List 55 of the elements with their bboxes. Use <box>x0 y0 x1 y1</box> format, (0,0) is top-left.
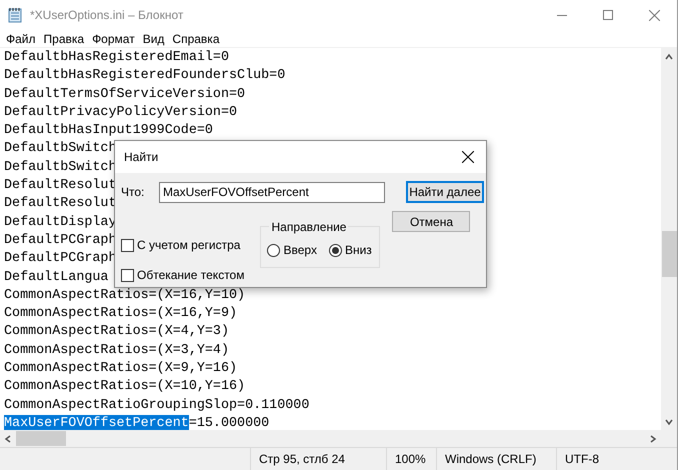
text-line: DefaultLangua <box>4 268 108 287</box>
text-line: CommonAspectRatios=(X=9,Y=16) <box>4 360 238 378</box>
text-line: CommonAspectRatioGroupingSlop=0.110000 <box>4 396 310 415</box>
status-text: UTF-8 <box>565 451 599 468</box>
text-line: CommonAspectRatios=(X=4,Y=3) <box>4 323 229 342</box>
text-line: DefaultPrivacyPolicyVersion=0 <box>4 104 238 122</box>
find-label: Что: <box>121 184 146 201</box>
status-text: Windows (CRLF) <box>445 451 536 468</box>
text-line: DefaultbHasInput1999Code=0 <box>4 122 213 140</box>
selected-text: MaxUserFOVOffsetPercent <box>4 414 189 430</box>
find-field[interactable]: MaxUserFOVOffsetPercent <box>159 182 385 202</box>
text-line: DefaultbSwitch <box>4 140 116 158</box>
notepad-icon <box>8 7 22 23</box>
text-line: CommonAspectRatios=(X=16,Y=10) <box>4 286 246 305</box>
text-line: =15.000000 <box>188 414 270 430</box>
scroll-left-icon[interactable] <box>4 434 12 442</box>
radio-label: Вверх <box>283 242 317 259</box>
find-next-button[interactable]: Найти далее <box>406 181 484 203</box>
scrollbar-thumb[interactable] <box>16 431 66 446</box>
checkbox[interactable] <box>121 238 134 252</box>
menu-item[interactable]: Вид <box>138 30 168 48</box>
menu-item[interactable]: Справка <box>168 30 224 48</box>
text-line: DefaultbHasRegisteredFoundersClub=0 <box>4 67 286 86</box>
menu-item[interactable]: Файл <box>2 30 40 48</box>
dialog-title: Найти <box>124 149 158 166</box>
text-line: DefaultResolut <box>4 195 116 214</box>
text-line: DefaultResolut <box>4 177 116 196</box>
scroll-up-icon[interactable] <box>665 53 673 61</box>
horizontal-scrollbar[interactable] <box>0 430 661 447</box>
text-line: DefaultDisplay <box>4 214 116 232</box>
text-line: DefaultPCGraph <box>4 232 116 250</box>
text-line: DefaultPCGraph <box>4 250 116 268</box>
window-title: *XUserOptions.ini – Блокнот <box>30 7 184 24</box>
vertical-scrollbar[interactable] <box>661 48 677 447</box>
menu-item[interactable]: Формат <box>88 30 139 48</box>
scroll-down-icon[interactable] <box>665 418 673 426</box>
close-icon[interactable] <box>462 151 474 163</box>
radio-button[interactable] <box>267 244 280 256</box>
scroll-right-icon[interactable] <box>649 434 657 442</box>
text-line: CommonAspectRatios=(X=16,Y=9) <box>4 305 238 324</box>
status-text: 100% <box>395 451 426 468</box>
checkbox-label: С учетом регистра <box>137 237 240 254</box>
cancel-button[interactable]: Отмена <box>392 211 470 232</box>
radio-label: Вниз <box>344 242 372 259</box>
text-line: DefaultbSwitch <box>4 158 116 177</box>
checkbox-label: Обтекание текстом <box>137 267 244 284</box>
checkbox[interactable] <box>121 268 134 282</box>
scrollbar-thumb[interactable] <box>662 231 676 277</box>
text-line: CommonAspectRatios=(X=3,Y=4) <box>4 342 229 360</box>
text-line: DefaultTermsOfServiceVersion=0 <box>4 86 246 104</box>
text-line: CommonAspectRatios=(X=10,Y=16) <box>4 378 246 396</box>
menu-item[interactable]: Правка <box>40 30 88 48</box>
radio-button[interactable] <box>328 244 342 256</box>
text-line: DefaultbHasRegisteredEmail=0 <box>4 49 229 67</box>
status-text: Стр 95, стлб 24 <box>259 451 345 468</box>
